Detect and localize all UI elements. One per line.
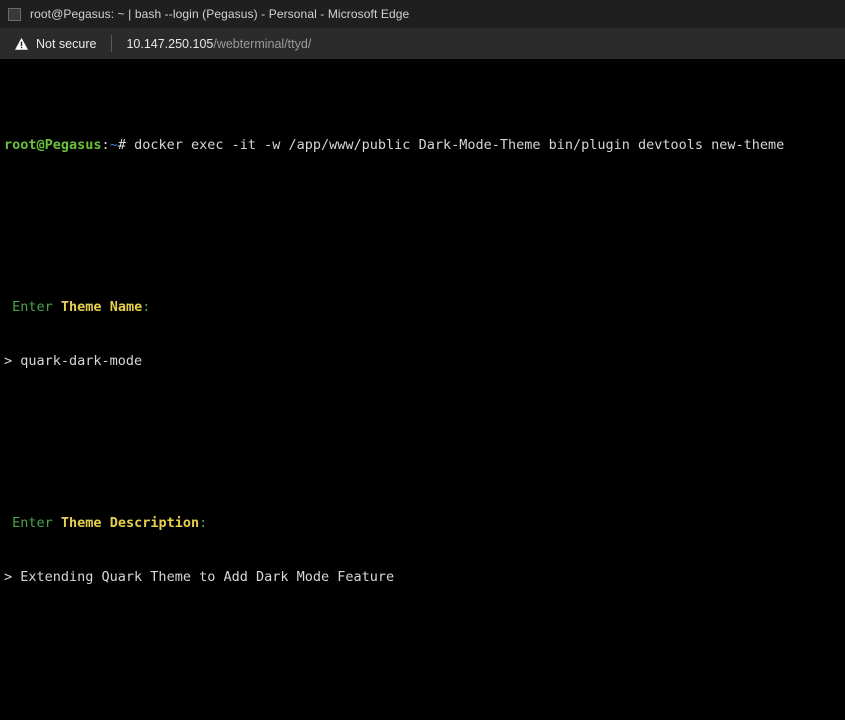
shell-prompt-sep: :: [101, 137, 110, 153]
answer-caret: >: [4, 353, 21, 369]
security-status-label[interactable]: Not secure: [36, 37, 96, 51]
tab-favicon: [8, 7, 21, 21]
prompt-label: Theme Name: [60, 299, 143, 315]
prompt-theme-name: Enter Theme Name:: [4, 298, 845, 316]
shell-command: docker exec -it -w /app/www/public Dark-…: [134, 137, 785, 153]
url-path: /webterminal/ttyd/: [213, 36, 312, 51]
enter-word: Enter: [12, 515, 61, 531]
browser-addressbar[interactable]: Not secure 10.147.250.105/webterminal/tt…: [0, 28, 845, 60]
browser-titlebar: root@Pegasus: ~ | bash --login (Pegasus)…: [0, 0, 845, 28]
browser-window: root@Pegasus: ~ | bash --login (Pegasus)…: [0, 0, 845, 720]
warning-triangle-icon[interactable]: [14, 37, 29, 51]
url-text[interactable]: 10.147.250.105/webterminal/ttyd/: [126, 37, 311, 51]
prompt-label: Theme Description: [60, 515, 200, 531]
shell-prompt-path: ~: [109, 137, 118, 153]
answer-value: quark-dark-mode: [20, 353, 143, 369]
web-terminal[interactable]: root@Pegasus:~# docker exec -it -w /app/…: [0, 60, 845, 720]
addressbar-divider: [111, 35, 113, 52]
answer-theme-name: > quark-dark-mode: [4, 352, 845, 370]
shell-prompt-user: root@Pegasus: [4, 137, 102, 153]
prompt-colon: :: [199, 515, 208, 531]
prompt-colon: :: [142, 299, 151, 315]
terminal-command-line: root@Pegasus:~# docker exec -it -w /app/…: [4, 136, 845, 154]
shell-prompt-sigil: #: [117, 137, 135, 153]
enter-word: Enter: [12, 299, 61, 315]
answer-caret: >: [4, 569, 21, 585]
window-title: root@Pegasus: ~ | bash --login (Pegasus)…: [30, 7, 410, 21]
answer-value: Extending Quark Theme to Add Dark Mode F…: [20, 569, 395, 585]
answer-theme-description: > Extending Quark Theme to Add Dark Mode…: [4, 568, 845, 586]
url-host: 10.147.250.105: [126, 36, 214, 51]
prompt-theme-description: Enter Theme Description:: [4, 514, 845, 532]
